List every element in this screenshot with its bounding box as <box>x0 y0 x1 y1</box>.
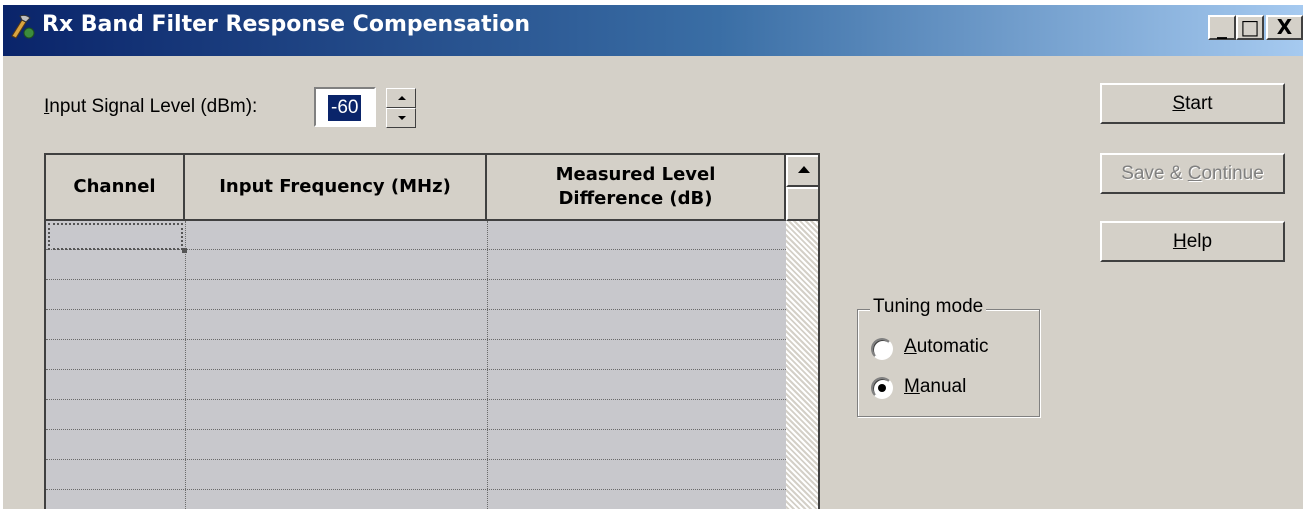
table-row[interactable] <box>46 369 786 370</box>
close-icon: X <box>1276 15 1293 39</box>
column-divider <box>487 221 488 509</box>
column-divider <box>185 221 186 509</box>
automatic-radio[interactable] <box>871 338 893 360</box>
radio-selected-dot <box>878 384 886 392</box>
scroll-up-icon <box>798 166 810 173</box>
tuning-mode-group <box>857 309 1040 417</box>
spin-down-icon <box>398 116 406 120</box>
close-button[interactable]: X <box>1266 15 1303 40</box>
input-signal-level-value: -60 <box>328 95 362 121</box>
manual-radio[interactable] <box>871 377 893 399</box>
table-row[interactable] <box>46 279 786 280</box>
scrollbar-thumb[interactable] <box>786 187 818 221</box>
window-title: Rx Band Filter Response Compensation <box>42 12 530 37</box>
table-row[interactable] <box>46 399 786 400</box>
table-row[interactable] <box>46 489 786 490</box>
start-button[interactable]: Start <box>1100 83 1285 124</box>
maximize-icon: □ <box>1240 15 1260 39</box>
scroll-up-button[interactable] <box>786 155 818 187</box>
column-header-input-frequency[interactable]: Input Frequency (MHz) <box>185 155 487 221</box>
tuning-mode-title: Tuning mode <box>870 296 987 318</box>
table-row[interactable] <box>46 339 786 340</box>
maximize-button[interactable]: □ <box>1236 15 1264 40</box>
table-row[interactable] <box>46 429 786 430</box>
help-button[interactable]: Help <box>1100 221 1285 262</box>
column-header-channel[interactable]: Channel <box>46 155 185 221</box>
column-header-measured-level[interactable]: Measured Level Difference (dB) <box>487 155 786 221</box>
input-signal-level-label: Input Signal Level (dBm): <box>44 96 258 117</box>
app-tools-icon <box>11 14 35 39</box>
spin-up-button[interactable] <box>386 88 416 108</box>
minimize-button[interactable]: _ <box>1208 15 1236 40</box>
manual-radio-label[interactable]: Manual <box>904 376 966 398</box>
automatic-radio-label[interactable]: Automatic <box>904 336 989 358</box>
spin-up-icon <box>398 96 406 100</box>
input-signal-level-field[interactable]: -60 <box>314 87 376 127</box>
spin-down-button[interactable] <box>386 108 416 128</box>
cell-fill-handle[interactable] <box>182 248 187 253</box>
table-row[interactable] <box>46 309 786 310</box>
minimize-icon: _ <box>1217 15 1227 39</box>
focused-cell[interactable] <box>48 223 183 250</box>
channel-table[interactable]: Channel Input Frequency (MHz) Measured L… <box>44 153 820 509</box>
save-continue-button[interactable]: Save & Continue <box>1100 153 1285 194</box>
table-row[interactable] <box>46 459 786 460</box>
